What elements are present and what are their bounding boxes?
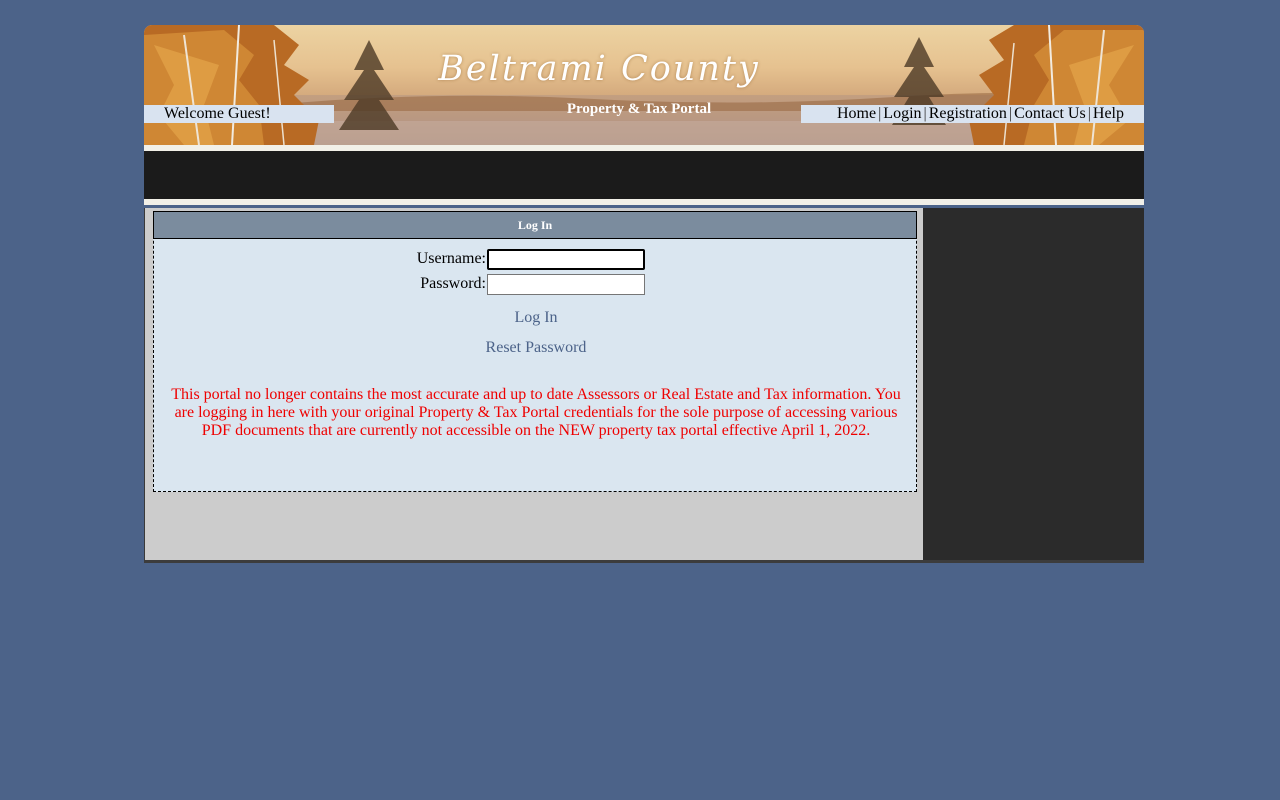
reset-password-link[interactable]: Reset Password [154,339,918,357]
username-input[interactable] [487,249,645,270]
password-label: Password: [420,275,486,292]
login-panel: Log In Username: Password: Log In Reset … [153,211,917,492]
nav-contact-link[interactable]: Contact Us [1014,105,1086,122]
nav-home-link[interactable]: Home [837,105,876,122]
password-input[interactable] [487,274,645,295]
login-button[interactable]: Log In [154,309,918,327]
menu-stripe [144,145,1144,205]
welcome-bar: Welcome Guest! [144,105,334,123]
site-title: Beltrami County [438,49,760,89]
username-row: Username: [154,248,918,270]
username-label: Username: [416,250,486,267]
main-area: Log In Username: Password: Log In Reset … [144,208,1144,563]
portal-notice: This portal no longer contains the most … [171,386,901,439]
login-header: Log In [153,211,917,239]
page-container: Beltrami County Property & Tax Portal We… [144,25,1144,563]
password-row: Password: [154,273,918,295]
right-sidebar [923,208,1144,560]
nav-separator: | [923,105,927,122]
welcome-text: Welcome Guest! [164,105,271,122]
site-banner: Beltrami County Property & Tax Portal We… [144,25,1144,145]
nav-registration-link[interactable]: Registration [929,105,1007,122]
nav-separator: | [1087,105,1091,122]
nav-help-link[interactable]: Help [1093,105,1124,122]
content-column: Log In Username: Password: Log In Reset … [144,208,923,560]
top-nav: Home | Login | Registration | Contact Us | Help [801,105,1144,123]
nav-login-link[interactable]: Login [883,105,921,122]
